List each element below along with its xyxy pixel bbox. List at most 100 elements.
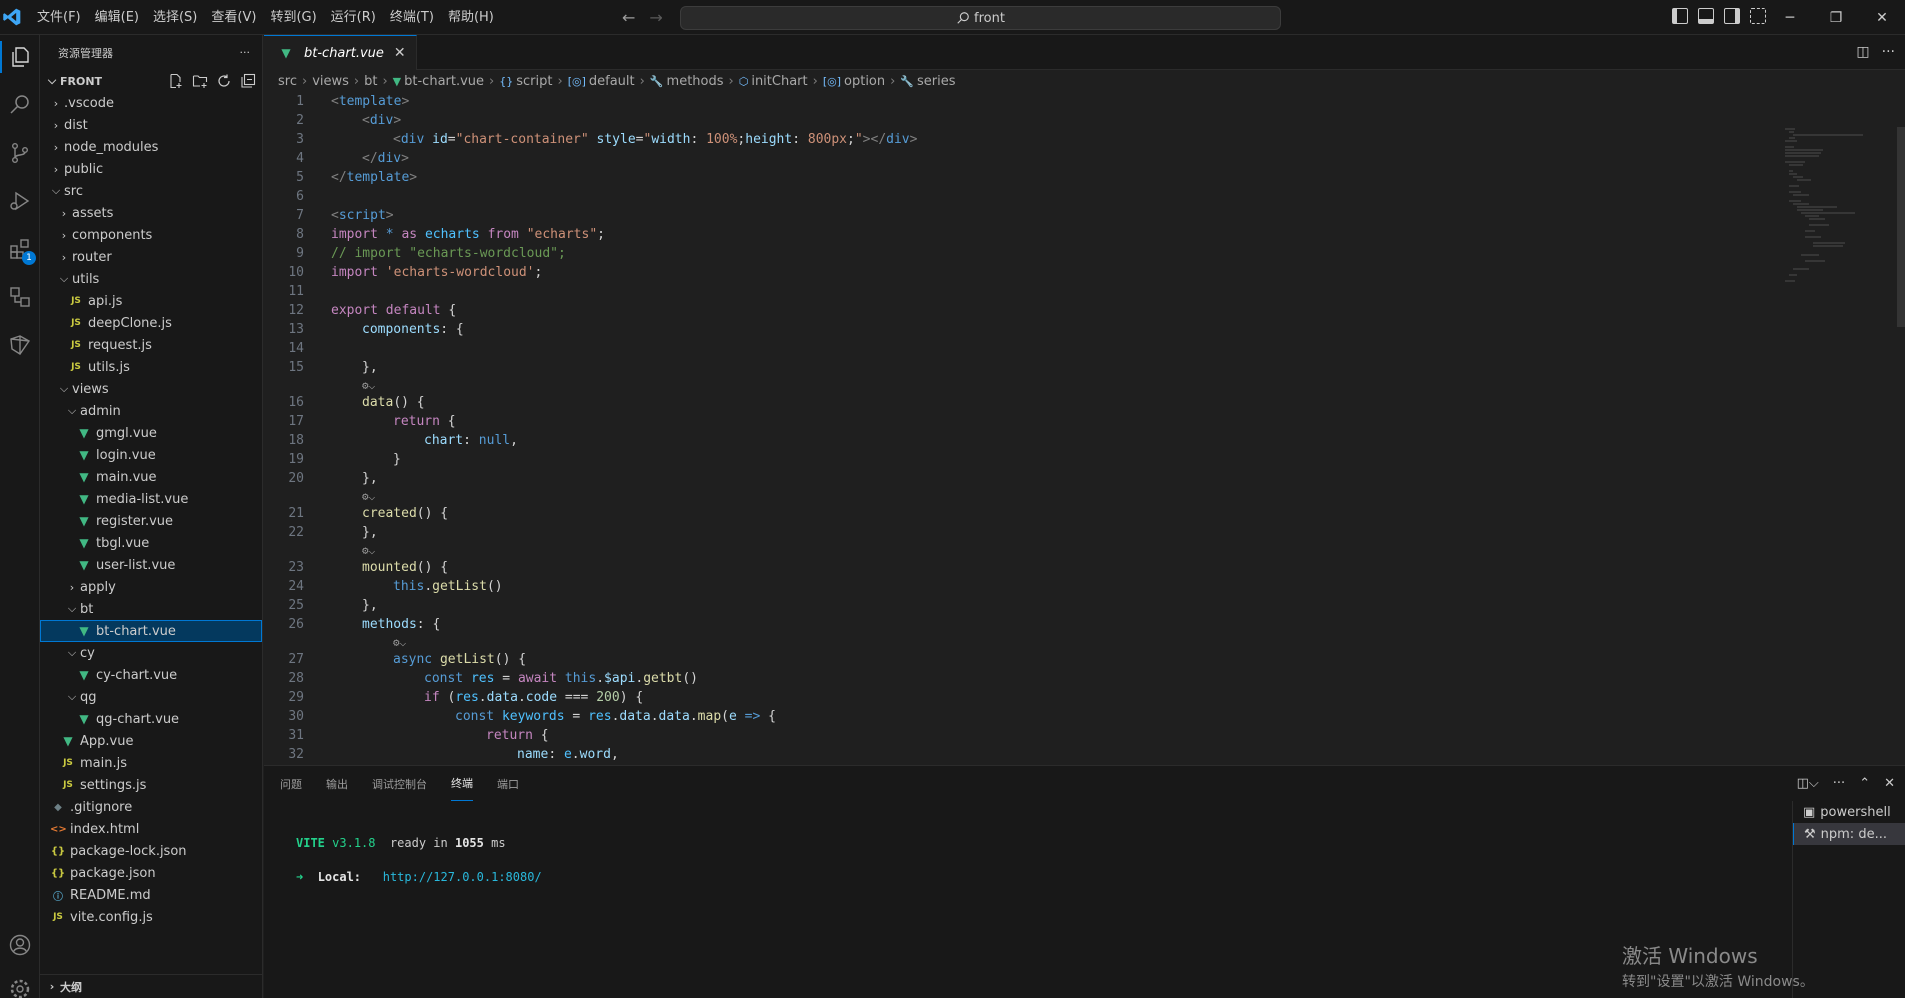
tree-folder[interactable]: ⌵ bt [40, 598, 262, 620]
menu-item[interactable]: 选择(S) [146, 0, 204, 35]
code-line[interactable]: 10 import 'echarts-wordcloud'; [264, 263, 1864, 282]
tree-folder[interactable]: › .vscode [40, 92, 262, 114]
tree-folder[interactable]: ⌵ qg [40, 686, 262, 708]
close-window-button[interactable]: ✕ [1859, 0, 1905, 35]
code-line[interactable]: 16 data() { [264, 393, 1864, 412]
new-file-icon[interactable] [168, 73, 184, 89]
code-line[interactable]: 14 [264, 339, 1864, 358]
tree-file[interactable]: ▼ user-list.vue [40, 554, 262, 576]
codelens-icon[interactable]: ⚙⌵ [393, 636, 406, 649]
code-line[interactable]: 9 // import "echarts-wordcloud"; [264, 244, 1864, 263]
tree-file[interactable]: ⓘ README.md [40, 884, 262, 906]
menu-item[interactable]: 运行(R) [324, 0, 383, 35]
breadcrumb-item[interactable]: series [917, 74, 956, 89]
toggle-panel-icon[interactable] [1698, 8, 1714, 24]
extension-view-icon[interactable] [4, 329, 36, 361]
code-line[interactable]: 2 <div> [264, 111, 1864, 130]
tree-file[interactable]: {} package.json [40, 862, 262, 884]
codelens-row[interactable]: ⚙⌵ [264, 542, 1864, 558]
tree-file[interactable]: JS vite.config.js [40, 906, 262, 928]
tree-file[interactable]: ▼ bt-chart.vue [40, 620, 262, 642]
tree-folder[interactable]: › components [40, 224, 262, 246]
codelens-row[interactable]: ⚙⌵ [264, 634, 1864, 650]
code-line[interactable]: 28 const res = await this.$api.getbt() [264, 669, 1864, 688]
menu-item[interactable]: 帮助(H) [441, 0, 501, 35]
breadcrumb-item[interactable]: views [312, 74, 349, 89]
breadcrumb-item[interactable]: bt-chart.vue [404, 74, 484, 89]
forward-arrow-icon[interactable]: → [649, 8, 662, 27]
code-line[interactable]: 26 methods: { [264, 615, 1864, 634]
tree-folder[interactable]: › dist [40, 114, 262, 136]
tree-file[interactable]: ▼ cy-chart.vue [40, 664, 262, 686]
code-line[interactable]: 24 this.getList() [264, 577, 1864, 596]
toggle-secondary-sidebar-icon[interactable] [1724, 8, 1740, 24]
tree-file[interactable]: ▼ App.vue [40, 730, 262, 752]
code-line[interactable]: 13 components: { [264, 320, 1864, 339]
code-line[interactable]: 30 const keywords = res.data.data.map(e =… [264, 707, 1864, 726]
panel-tab[interactable]: 终端 [451, 766, 473, 801]
menu-item[interactable]: 转到(G) [263, 0, 323, 35]
tree-file[interactable]: JS main.js [40, 752, 262, 774]
remote-explorer-icon[interactable] [4, 281, 36, 313]
tree-folder[interactable]: ⌵ admin [40, 400, 262, 422]
code-line[interactable]: 20}, [264, 469, 1864, 488]
manage-gear-icon[interactable] [4, 973, 36, 998]
collapse-all-icon[interactable] [240, 73, 256, 89]
minimize-button[interactable]: ─ [1767, 0, 1813, 35]
tree-file[interactable]: ◆ .gitignore [40, 796, 262, 818]
breadcrumb-item[interactable]: bt [364, 74, 377, 89]
tree-file[interactable]: ▼ gmgl.vue [40, 422, 262, 444]
tree-folder[interactable]: › public [40, 158, 262, 180]
code-line[interactable]: 4 </div> [264, 149, 1864, 168]
code-line[interactable]: 7 <script> [264, 206, 1864, 225]
explorer-icon[interactable] [0, 41, 40, 73]
search-sidebar-icon[interactable] [4, 89, 36, 121]
code-line[interactable]: 17 return { [264, 412, 1864, 431]
code-line[interactable]: 19} [264, 450, 1864, 469]
editor-tab-bt-chart[interactable]: ▼ bt-chart.vue ✕ [264, 35, 417, 70]
panel-tab[interactable]: 调试控制台 [372, 766, 427, 801]
code-line[interactable]: 3 <div id="chart-container" style="width:… [264, 130, 1864, 149]
more-actions-button[interactable]: ··· [240, 46, 251, 59]
code-line[interactable]: 11 [264, 282, 1864, 301]
panel-tab[interactable]: 问题 [280, 766, 302, 801]
tree-folder[interactable]: › assets [40, 202, 262, 224]
editor-scrollbar[interactable] [1897, 127, 1905, 327]
code-line[interactable]: 22}, [264, 523, 1864, 542]
codelens-row[interactable]: ⚙⌵ [264, 377, 1864, 393]
workspace-folder-header[interactable]: ⌵ FRONT [40, 70, 262, 92]
menu-item[interactable]: 文件(F) [30, 0, 88, 35]
tree-folder[interactable]: ⌵ views [40, 378, 262, 400]
more-editor-actions-icon[interactable]: ··· [1882, 44, 1895, 60]
tree-folder[interactable]: › apply [40, 576, 262, 598]
local-url-link[interactable]: http://127.0.0.1:8080/ [383, 870, 542, 884]
tree-file[interactable]: JS deepClone.js [40, 312, 262, 334]
codelens-row[interactable]: ⚙⌵ [264, 488, 1864, 504]
code-editor[interactable]: 1 <template> 2 <div> 3 <div id="chart-contain… [264, 92, 1864, 765]
run-debug-icon[interactable] [4, 185, 36, 217]
tree-file[interactable]: JS utils.js [40, 356, 262, 378]
close-tab-icon[interactable]: ✕ [394, 45, 406, 61]
tree-file[interactable]: ▼ register.vue [40, 510, 262, 532]
panel-tab[interactable]: 输出 [326, 766, 348, 801]
tree-file[interactable]: {} package-lock.json [40, 840, 262, 862]
tree-folder[interactable]: › node_modules [40, 136, 262, 158]
breadcrumb-item[interactable]: script [516, 74, 552, 89]
maximize-panel-icon[interactable]: ⌃ [1859, 776, 1870, 791]
tree-file[interactable]: ▼ qg-chart.vue [40, 708, 262, 730]
accounts-icon[interactable] [4, 929, 36, 961]
code-line[interactable]: 6 [264, 187, 1864, 206]
tree-file[interactable]: ▼ tbgl.vue [40, 532, 262, 554]
menu-item[interactable]: 查看(V) [204, 0, 263, 35]
new-folder-icon[interactable] [192, 73, 208, 89]
tree-file[interactable]: ▼ media-list.vue [40, 488, 262, 510]
tree-folder[interactable]: ⌵ utils [40, 268, 262, 290]
code-line[interactable]: 32 name: e.word, [264, 745, 1864, 764]
code-line[interactable]: 1 <template> [264, 92, 1864, 111]
breadcrumb-item[interactable]: option [844, 74, 885, 89]
back-arrow-icon[interactable]: ← [622, 8, 635, 27]
command-center-search[interactable]: front [680, 6, 1281, 30]
menu-item[interactable]: 终端(T) [383, 0, 441, 35]
tree-file[interactable]: JS request.js [40, 334, 262, 356]
code-line[interactable]: 8 import * as echarts from "echarts"; [264, 225, 1864, 244]
